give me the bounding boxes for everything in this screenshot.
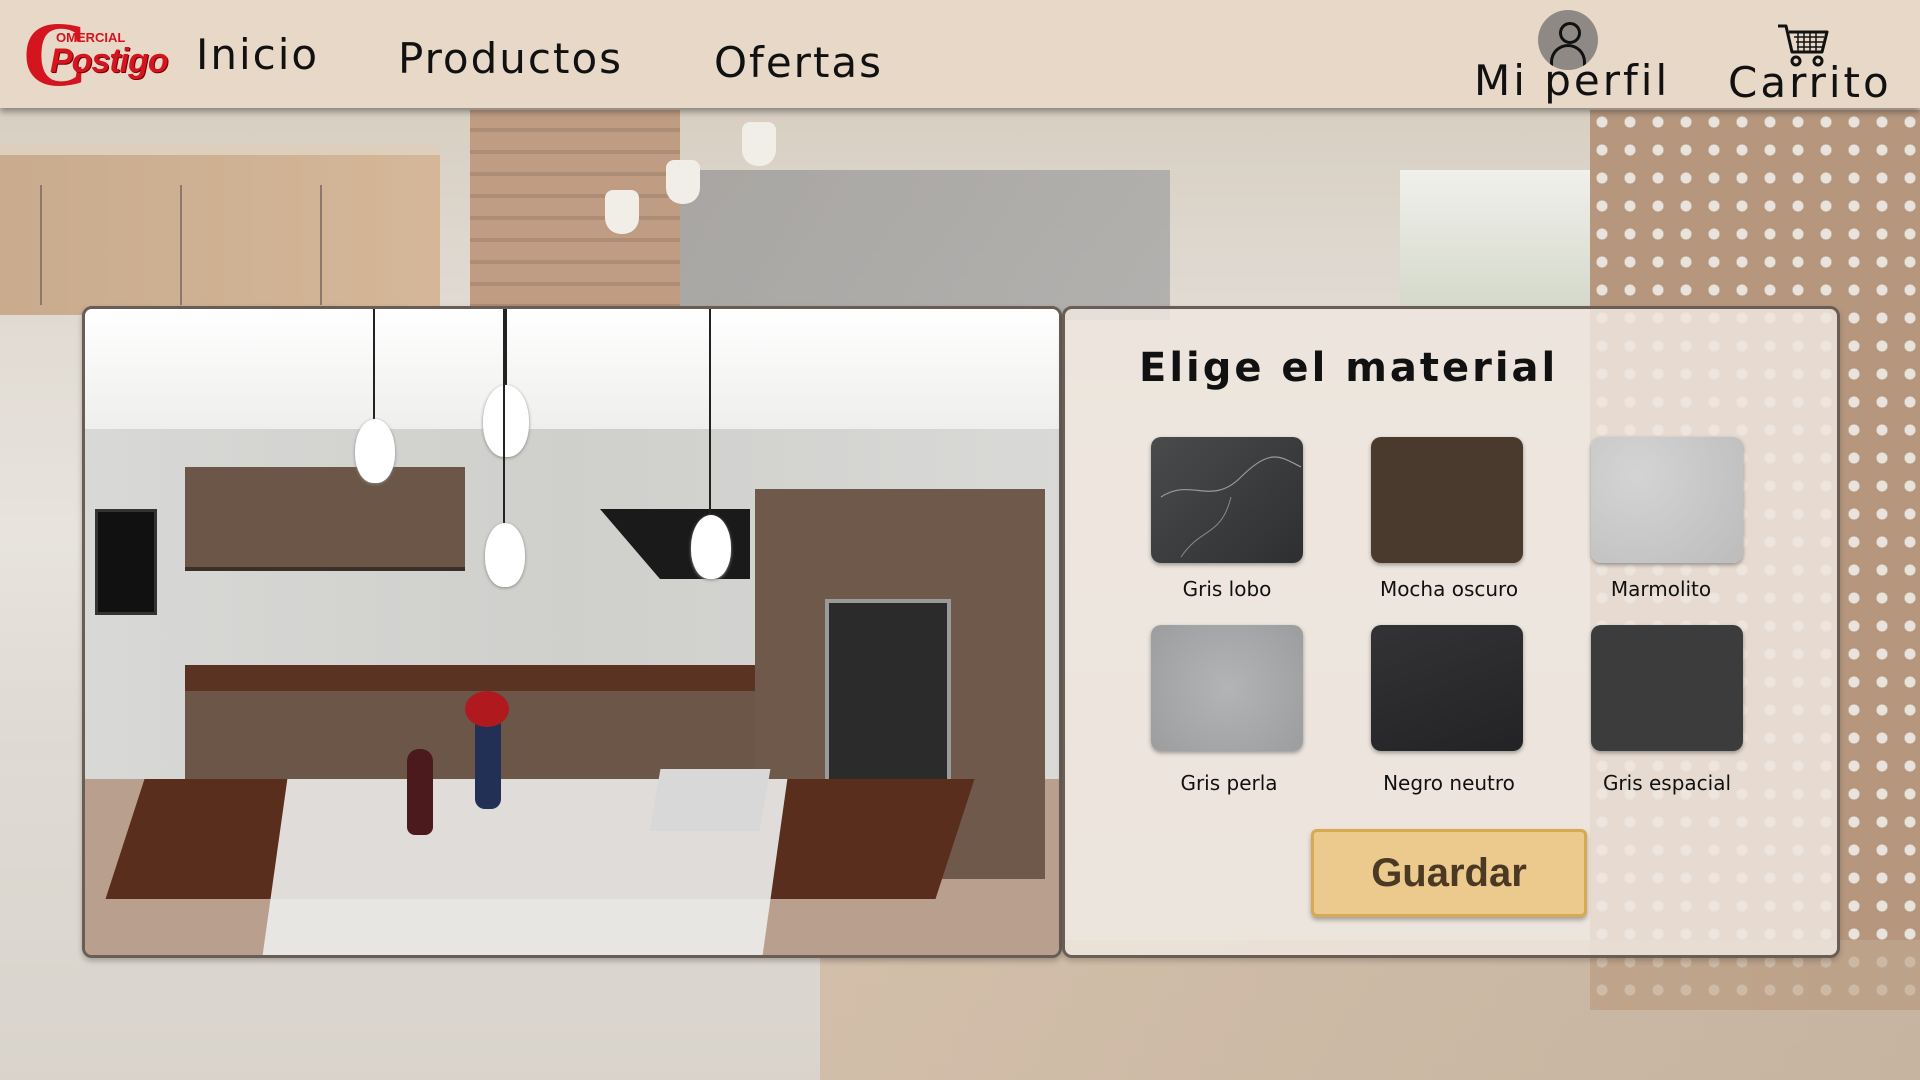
swatch-label: Negro neutro xyxy=(1383,771,1515,795)
swatch-gris-espacial[interactable] xyxy=(1591,625,1743,751)
nav-inicio[interactable]: Inicio xyxy=(196,30,319,79)
material-chooser-panel: Elige el material Gris lobo Mocha oscuro… xyxy=(1062,306,1840,958)
swatch-gris-lobo[interactable] xyxy=(1151,437,1303,563)
save-button[interactable]: Guardar xyxy=(1311,829,1587,917)
swatch-label: Mocha oscuro xyxy=(1379,577,1519,601)
swatch-gris-perla[interactable] xyxy=(1151,625,1303,751)
kitchen-preview-image xyxy=(82,306,1062,958)
swatch-negro-neutro[interactable] xyxy=(1371,625,1523,751)
swatch-mocha-oscuro[interactable] xyxy=(1371,437,1523,563)
brand-logo[interactable]: C OMERCIAL Postigo xyxy=(22,8,169,100)
swatch-label: Gris lobo xyxy=(1182,577,1272,601)
nav-productos[interactable]: Productos xyxy=(398,34,623,83)
swatch-label: Marmolito xyxy=(1610,577,1712,601)
nav-ofertas[interactable]: Ofertas xyxy=(714,38,883,87)
cart-link[interactable]: Carrito xyxy=(1728,58,1892,107)
panel-title: Elige el material xyxy=(1139,345,1559,391)
swatch-label: Gris espacial xyxy=(1602,771,1732,795)
swatch-marmolito[interactable] xyxy=(1591,437,1743,563)
logo-brand-text: Postigo xyxy=(50,42,169,80)
top-navbar: C OMERCIAL Postigo Inicio Productos Ofer… xyxy=(0,0,1920,108)
profile-link[interactable]: Mi perfil xyxy=(1474,56,1670,105)
swatch-label: Gris perla xyxy=(1180,771,1278,795)
